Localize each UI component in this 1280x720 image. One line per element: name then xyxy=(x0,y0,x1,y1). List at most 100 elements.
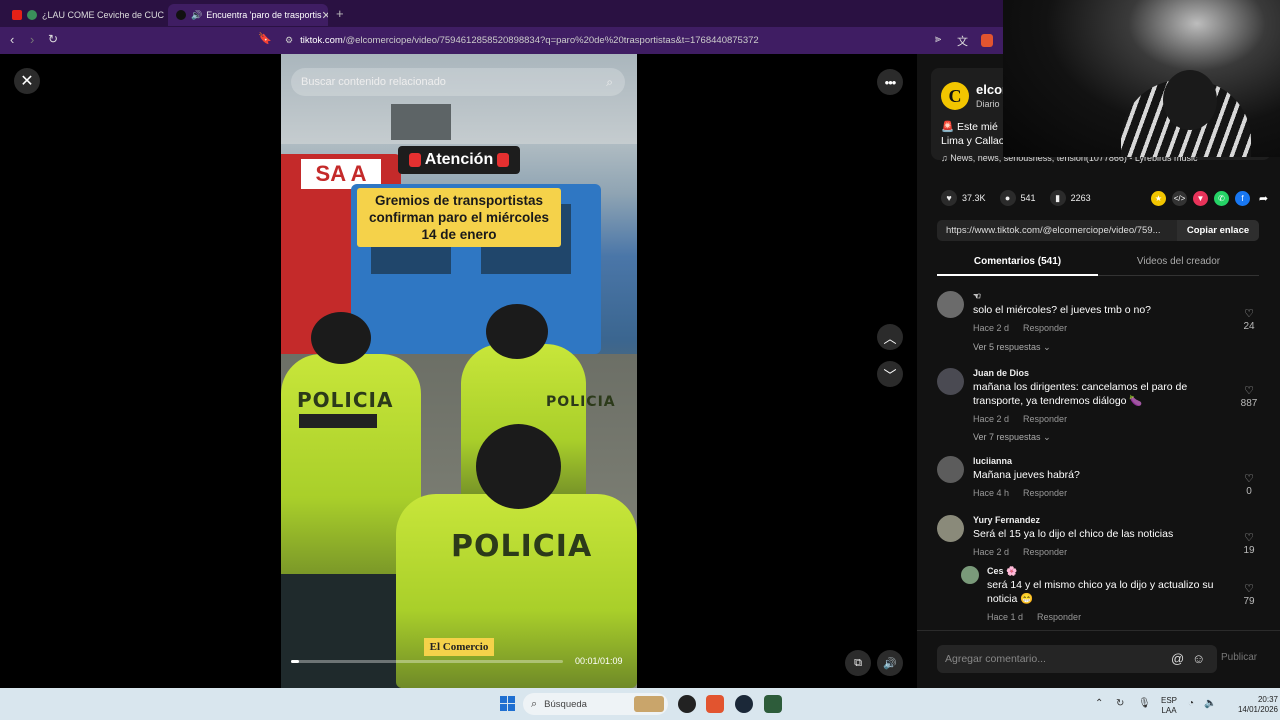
clock-time: 20:37 xyxy=(1257,695,1278,704)
picture-in-picture-button[interactable]: ⧉ xyxy=(845,650,871,676)
browser-tab-youtube[interactable]: ¿LAU COME Ceviche de CUC4RA xyxy=(4,4,164,26)
siren-icon xyxy=(408,153,421,167)
sync-icon[interactable]: ↻ xyxy=(1116,698,1124,709)
heart-outline-icon: ♡ xyxy=(1244,385,1254,397)
steam-icon[interactable] xyxy=(735,695,753,713)
related-search-bar[interactable]: Buscar contenido relacionado ⌕ xyxy=(291,68,625,96)
embed-icon[interactable]: </> xyxy=(1172,190,1187,206)
ellipsis-icon: ••• xyxy=(884,74,897,90)
avatar[interactable] xyxy=(937,368,964,395)
repost-icon[interactable]: ★ xyxy=(1151,190,1166,206)
comment-text: será 14 y el mismo chico ya lo dijo y ac… xyxy=(987,579,1214,605)
whatsapp-icon[interactable]: ✆ xyxy=(1214,190,1229,206)
translate-icon[interactable]: 文 xyxy=(957,33,968,49)
close-tab-icon[interactable]: ✕ xyxy=(322,9,328,22)
comment-like-button[interactable]: ♡ 0 xyxy=(1237,472,1261,497)
reply-button[interactable]: Responder xyxy=(1023,323,1067,333)
comment-username[interactable]: Juan de Dios xyxy=(973,368,1029,378)
comment-icon: ● xyxy=(999,190,1016,206)
taskbar-search[interactable]: ⌕ Búsqueda xyxy=(523,693,668,715)
new-tab-button[interactable]: + xyxy=(336,6,344,21)
comment-count: 541 xyxy=(1020,193,1036,203)
browser-tab-tiktok[interactable]: 🔊 Encuentra 'paro de trasportis ✕ xyxy=(168,4,328,26)
bookmark-icon[interactable]: 🔖 xyxy=(258,32,272,45)
video-frame[interactable]: SA A POLICIA POLICIA POLICIA Buscar cont… xyxy=(281,54,637,688)
language-indicator[interactable]: ESP LAA xyxy=(1158,696,1180,716)
next-video-button[interactable]: ﹀ xyxy=(877,361,903,387)
like-stat[interactable]: ♥ 37.3K xyxy=(941,190,986,206)
view-replies-button[interactable]: Ver 5 respuestas ⌄ xyxy=(973,342,1051,353)
avatar[interactable] xyxy=(937,291,964,318)
microphone-icon[interactable]: 🎙 xyxy=(1138,698,1151,709)
comment-username[interactable]: ☜ xyxy=(973,291,981,302)
view-replies-button[interactable]: Ver 7 respuestas ⌄ xyxy=(973,432,1051,443)
comment-stat[interactable]: ● 541 xyxy=(999,190,1036,206)
video-progress-fill xyxy=(291,660,300,663)
avatar[interactable] xyxy=(937,515,964,542)
address-bar[interactable]: ⚙ tiktok.com /@elcomerciope/video/759461… xyxy=(285,30,1035,51)
save-stat[interactable]: ▮ 2263 xyxy=(1049,190,1091,206)
mention-icon[interactable]: @ xyxy=(1171,651,1184,666)
comment-like-button[interactable]: ♡ 19 xyxy=(1237,531,1261,556)
avatar[interactable] xyxy=(937,456,964,483)
facebook-icon[interactable]: f xyxy=(1235,190,1250,206)
volume-icon: 🔊 xyxy=(883,657,897,670)
reply-button[interactable]: Responder xyxy=(1023,488,1067,498)
brave-shield-icon[interactable] xyxy=(981,34,993,47)
avatar[interactable] xyxy=(961,566,979,584)
comment-time: Hace 1 d xyxy=(987,612,1024,622)
tab-creator-videos[interactable]: Videos del creador xyxy=(1098,256,1259,267)
reply-button[interactable]: Responder xyxy=(1037,612,1081,622)
el-comercio-logo: El Comercio xyxy=(424,638,494,656)
video-progress-bar[interactable] xyxy=(291,660,563,663)
previous-video-button[interactable]: ︿ xyxy=(877,324,903,350)
video-headline: Gremios de transportistas confirman paro… xyxy=(357,188,561,247)
comment-meta: Hace 2 d Responder xyxy=(973,414,1081,424)
officer-head xyxy=(311,312,371,364)
forward-icon[interactable]: › xyxy=(30,32,34,47)
post-link[interactable]: https://www.tiktok.com/@elcomerciope/vid… xyxy=(946,225,1178,236)
siren-icon xyxy=(497,153,510,167)
comment-username[interactable]: Yury Fernandez xyxy=(973,515,1040,525)
close-video-button[interactable]: ✕ xyxy=(14,68,40,94)
site-info-icon[interactable]: ⚙ xyxy=(285,35,293,46)
attention-banner: Atención xyxy=(398,146,520,174)
comment-like-button[interactable]: ♡ 24 xyxy=(1237,307,1261,332)
wifi-icon[interactable]: ◔ xyxy=(1188,698,1194,709)
app-icon[interactable] xyxy=(678,695,696,713)
comment-username[interactable]: Ces 🌸 xyxy=(987,566,1017,577)
audio-icon xyxy=(27,10,37,20)
brave-icon[interactable] xyxy=(706,695,724,713)
heart-outline-icon: ♡ xyxy=(1244,583,1254,595)
copy-link-button[interactable]: Copiar enlace xyxy=(1177,220,1259,241)
clock[interactable]: 20:37 14/01/2026 xyxy=(1232,695,1278,715)
comment-meta: Hace 2 d Responder xyxy=(973,547,1081,557)
more-options-button[interactable]: ••• xyxy=(877,69,903,95)
send-icon[interactable]: ▼ xyxy=(1193,190,1208,206)
chevron-up-icon[interactable]: ⌃ xyxy=(1095,698,1103,709)
reload-icon[interactable]: ↻ xyxy=(48,32,58,46)
emoji-icon[interactable]: ☺ xyxy=(1192,651,1205,666)
search-icon[interactable]: ⌕ xyxy=(606,75,613,90)
windows-start-icon[interactable] xyxy=(500,696,515,711)
reply-button[interactable]: Responder xyxy=(1023,414,1067,424)
lang-bottom: LAA xyxy=(1161,706,1177,715)
comment-like-button[interactable]: ♡ 887 xyxy=(1237,384,1261,409)
back-icon[interactable]: ‹ xyxy=(10,32,14,47)
comment-text: Mañana jueves habrá? xyxy=(973,469,1080,481)
reply-button[interactable]: Responder xyxy=(1023,547,1067,557)
volume-icon[interactable]: 🔈 xyxy=(1204,698,1216,709)
app-icon[interactable] xyxy=(764,695,782,713)
author-avatar[interactable]: C xyxy=(941,82,969,110)
officer-trousers xyxy=(281,574,401,688)
tab-comments[interactable]: Comentarios (541) xyxy=(937,256,1098,267)
siren-icon: 🚨 xyxy=(941,121,955,133)
comment-username[interactable]: luciianna xyxy=(973,456,1012,466)
comment-item: Yury Fernandez Será el 15 ya lo dijo el … xyxy=(937,515,1267,565)
comment-like-count: 24 xyxy=(1243,321,1255,332)
volume-button[interactable]: 🔊 xyxy=(877,650,903,676)
share-arrow-icon[interactable]: ➦ xyxy=(1256,191,1271,206)
reader-mode-icon[interactable]: ⫸ xyxy=(935,33,941,46)
comment-like-button[interactable]: ♡ 79 xyxy=(1237,582,1261,607)
publish-button[interactable]: Publicar xyxy=(1221,652,1257,663)
